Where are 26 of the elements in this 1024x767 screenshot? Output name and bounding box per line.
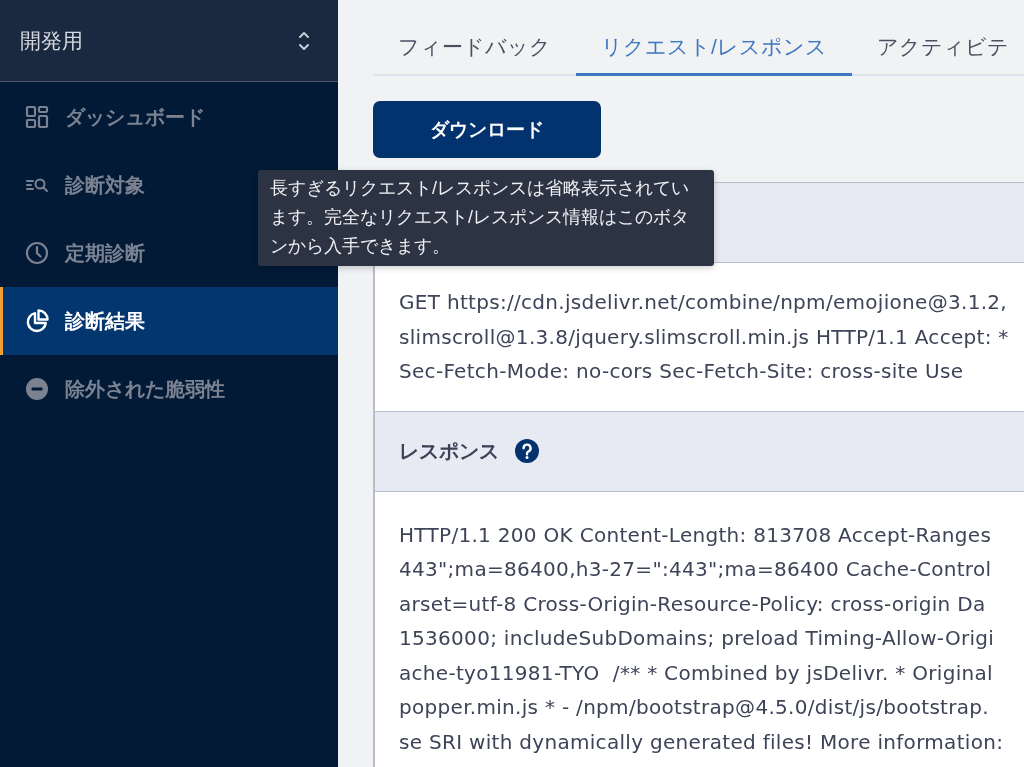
code-line: popper.min.js * - /npm/bootstrap@4.5.0/dist/js/bootstrap. (399, 694, 990, 721)
sidebar-item[interactable]: 除外された脆弱性 (0, 355, 338, 423)
tab[interactable]: アクティビテ (851, 20, 1024, 76)
download-button[interactable]: ダウンロード (373, 101, 601, 158)
code-line: ache-tyo11981-TYO /** * Combined by jsDelivr. * Original (399, 659, 994, 687)
tab[interactable]: リクエスト/レスポンス (576, 20, 852, 76)
code-line: 1536000; includeSubDomains; preload Timing-Allow-Origi (399, 625, 996, 652)
sidebar-item[interactable]: 診断結果 (0, 287, 338, 355)
project-selector[interactable]: 開発用 (0, 0, 338, 82)
code-line: 443";ma=86400,h3-27=":443";ma=86400 Cache-Control (399, 556, 993, 583)
grid-icon (25, 105, 49, 129)
help-icon[interactable] (515, 439, 539, 463)
sidebar-item[interactable]: ダッシュボード (0, 83, 338, 151)
chevron-up-down-icon (298, 29, 310, 52)
tooltip: 長すぎるリクエスト/レスポンスは省略表示されています。完全なリクエスト/レスポンス情報はこのボタンから入手できます。 (258, 170, 714, 266)
code-line: GET https://cdn.jsdelivr.net/combine/npm/emojione@3.1.2, (399, 289, 1009, 316)
section-title: レスポンス (399, 438, 499, 464)
code-line: slimscroll@1.3.8/jquery.slimscroll.min.js HTTP/1.1 Accept: * (399, 323, 1010, 351)
pie-chart-icon (25, 309, 49, 333)
tab[interactable]: フィードバック (373, 20, 576, 76)
code-line: arset=utf-8 Cross-Origin-Resource-Policy: cross-origin Da (399, 590, 987, 618)
clock-icon (25, 241, 49, 265)
code-line: Sec-Fetch-Mode: no-cors Sec-Fetch-Site: cross-site Use (399, 358, 965, 385)
code-line: HTTP/1.1 200 OK Content-Length: 813708 Accept-Ranges (399, 521, 993, 549)
minus-circle-icon (25, 377, 49, 401)
code-line: se SRI with dynamically generated files! More information: (399, 728, 1005, 756)
